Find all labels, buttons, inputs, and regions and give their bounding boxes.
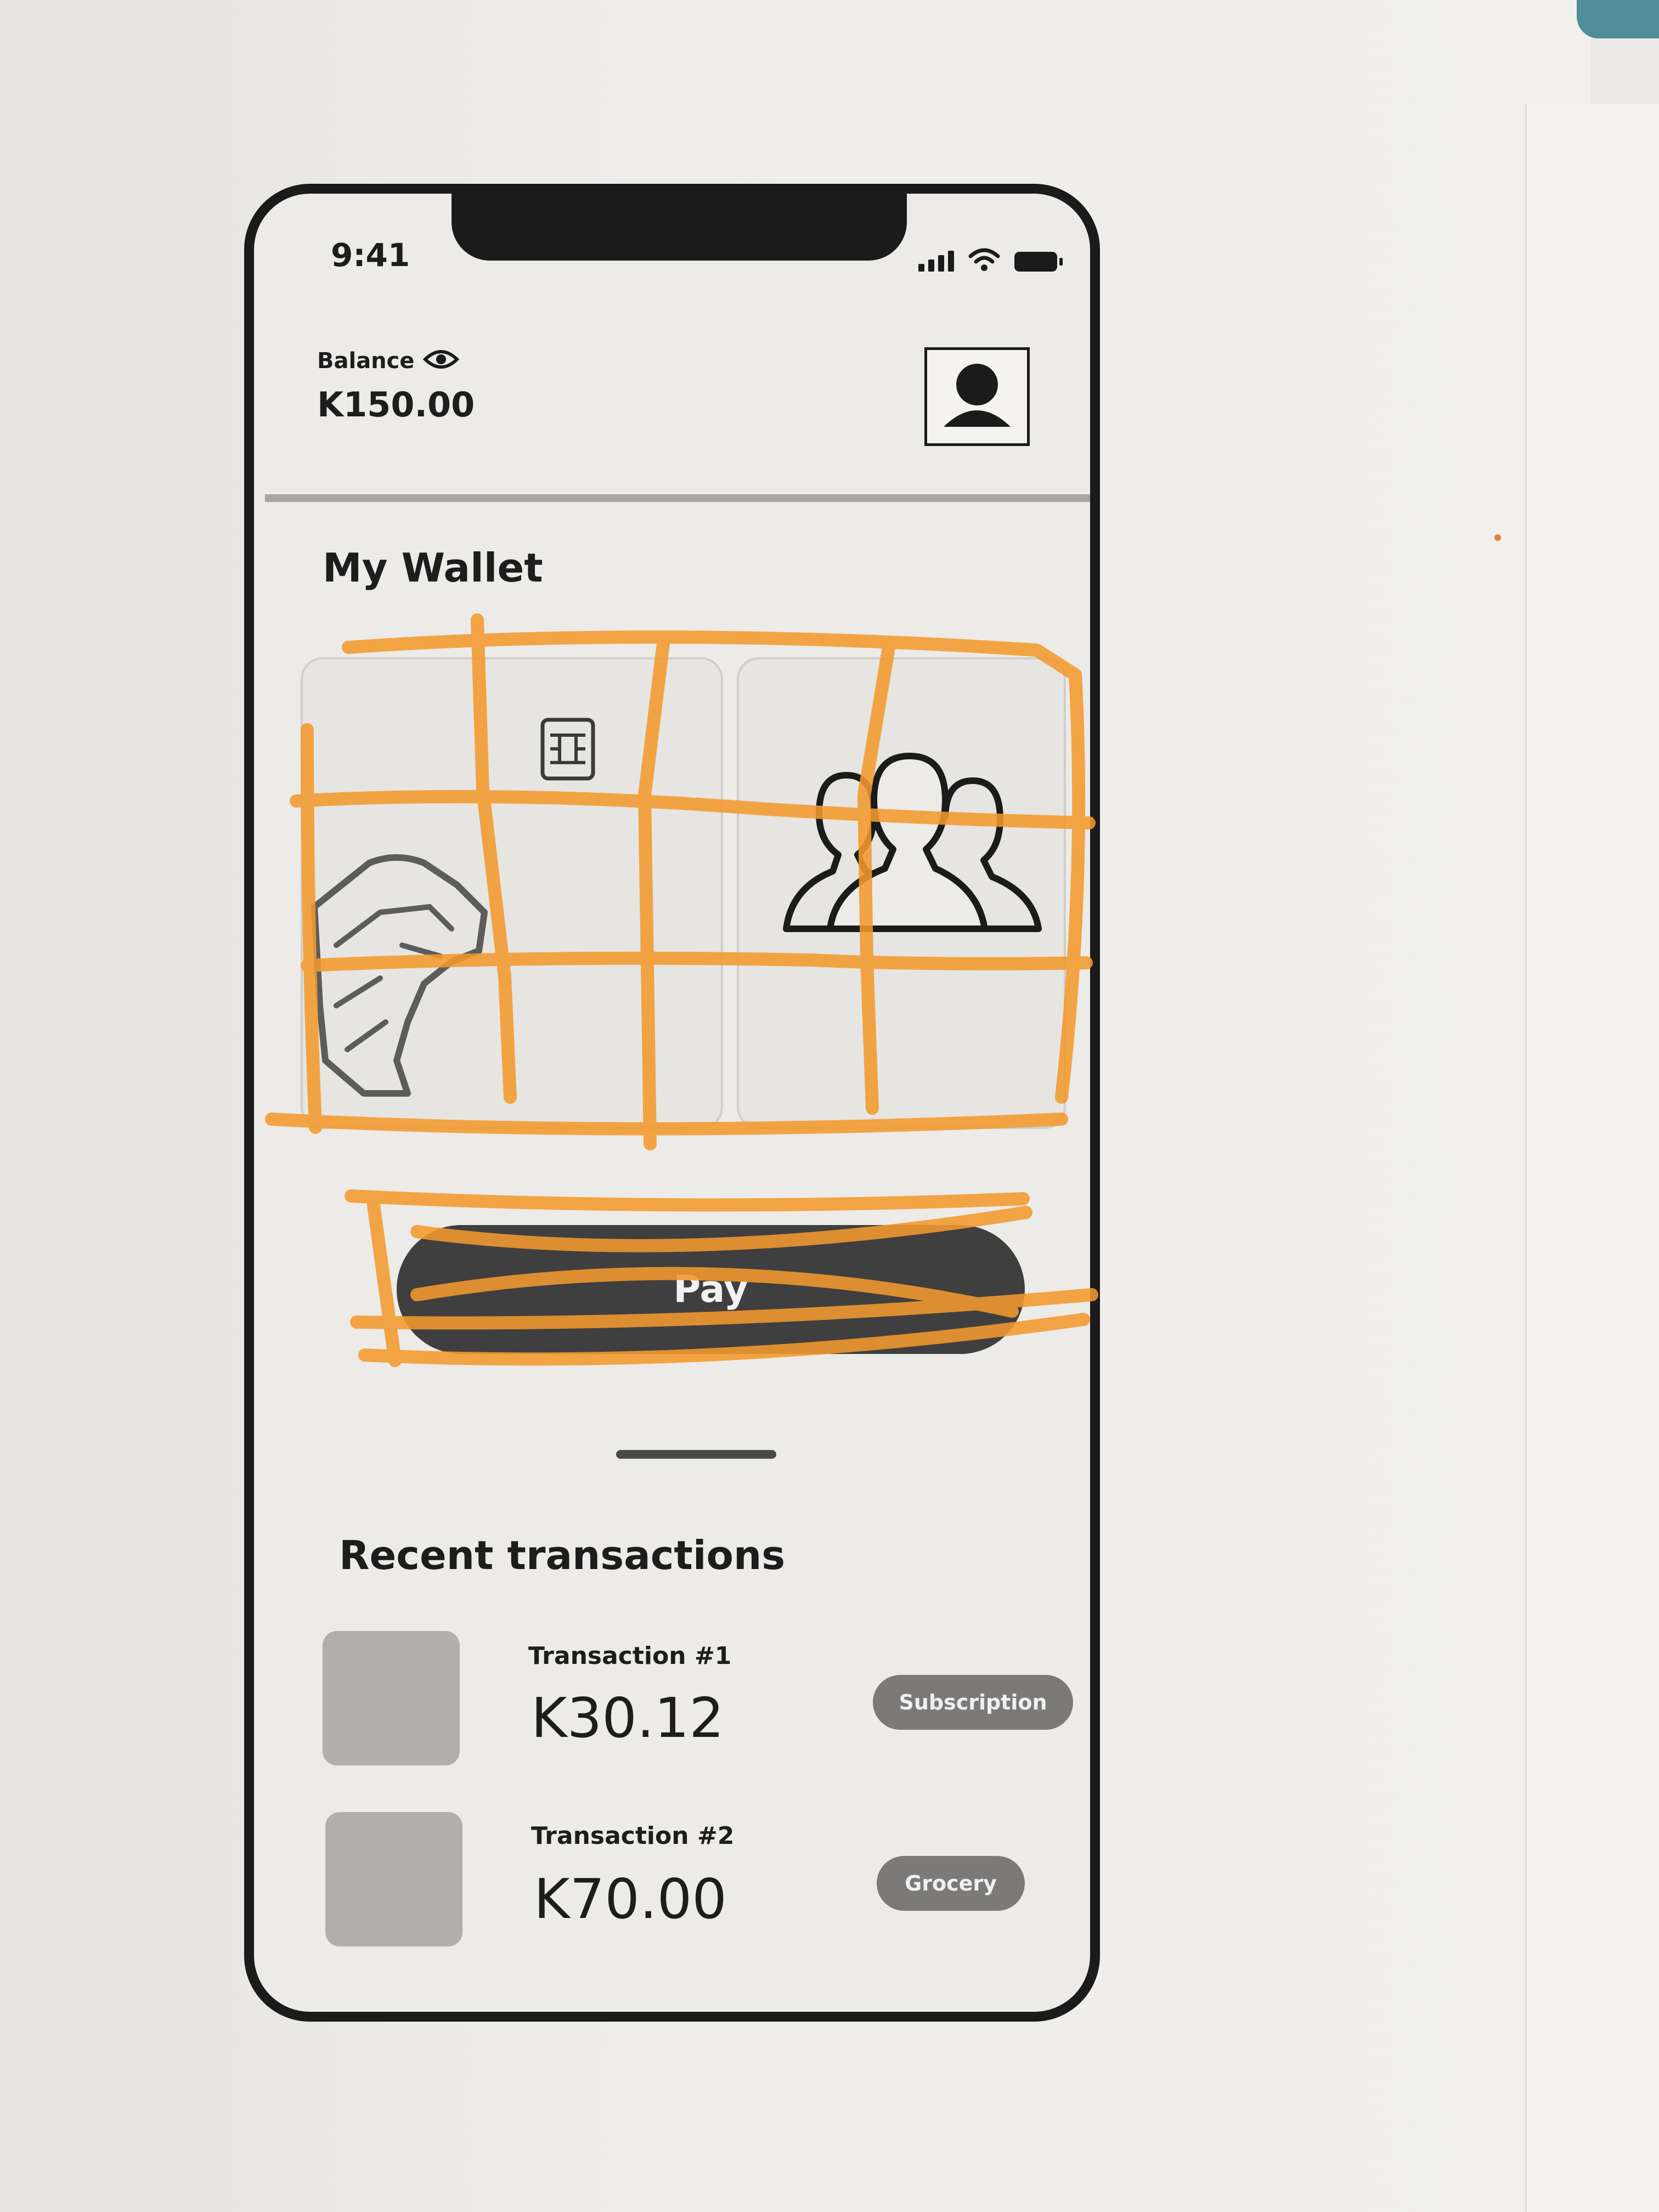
transaction-name: Transaction #2 [531,1822,735,1850]
phone-frame: 9:41 Balance K150.00 My Wallet Pay Recen… [244,184,1100,2022]
wifi-icon [968,248,1000,271]
phone-notch [452,194,907,261]
profile-avatar-button[interactable] [924,347,1030,446]
transaction-thumbnail[interactable] [323,1631,460,1765]
people-group-icon [783,753,1042,932]
balance-label: Balance [317,348,415,374]
transaction-tag[interactable]: Grocery [877,1856,1025,1911]
header-divider [265,494,1090,502]
status-time: 9:41 [331,236,410,274]
transaction-name: Transaction #1 [528,1642,732,1670]
transaction-amount: K30.12 [531,1686,724,1750]
table-corner [1577,0,1659,38]
signal-icon [918,251,954,272]
card-chip-icon [540,718,595,781]
battery-icon [1014,252,1063,272]
transaction-amount: K70.00 [534,1867,727,1931]
hand-icon [311,854,488,1097]
status-icons [918,247,1063,272]
transaction-thumbnail[interactable] [325,1812,462,1946]
pay-button[interactable]: Pay [397,1225,1025,1354]
transaction-tag[interactable]: Subscription [873,1675,1073,1730]
recent-transactions-title: Recent transactions [339,1532,786,1578]
paper-sheet-edge [1525,104,1659,2212]
balance-value: K150.00 [317,385,475,425]
user-avatar-icon [944,364,1011,427]
eye-icon[interactable] [423,347,459,371]
home-indicator [616,1450,776,1459]
wallet-title: My Wallet [323,545,543,591]
